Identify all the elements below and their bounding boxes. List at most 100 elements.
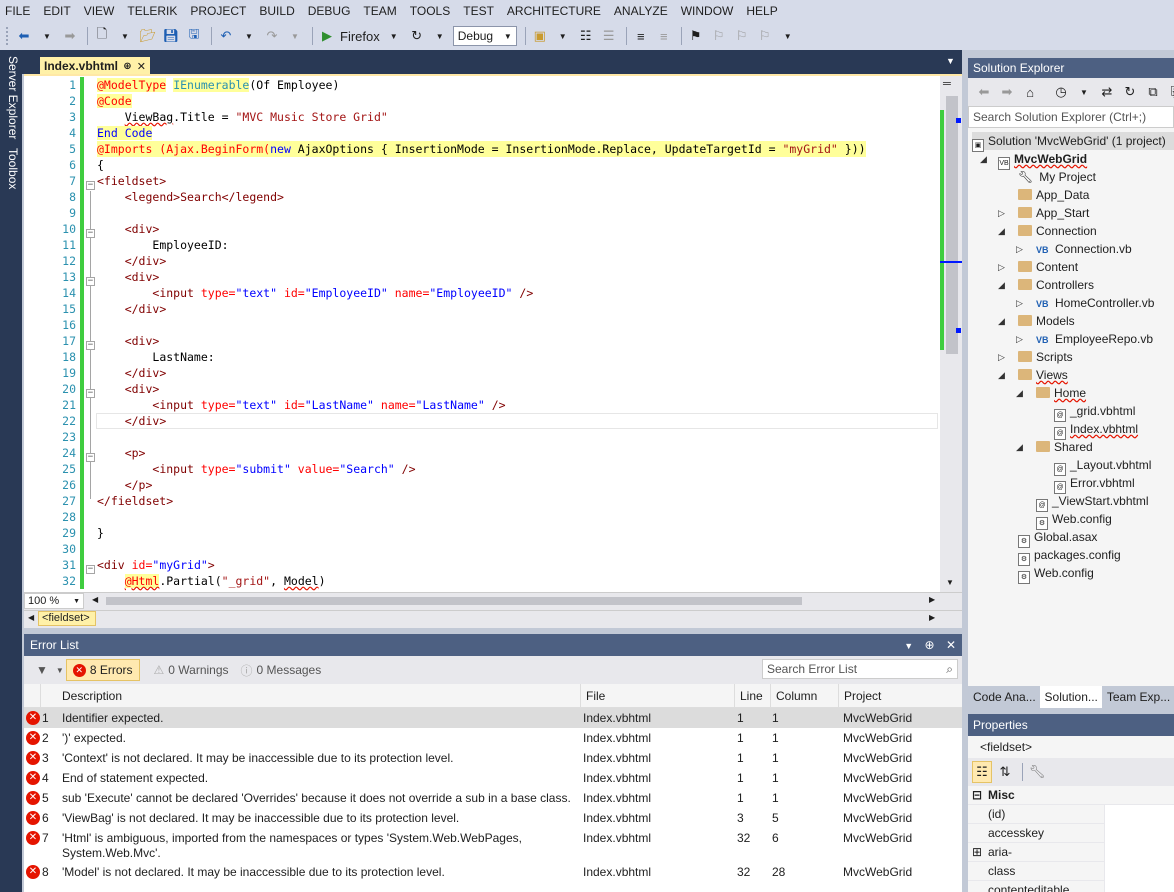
scroll-left-icon[interactable]: ◀ [92, 595, 98, 604]
expanded-arrow-icon[interactable]: ◢ [1016, 438, 1023, 456]
error-row[interactable]: ✕ 1 Identifier expected. Index.vbhtml 1 … [24, 708, 962, 728]
save-all-icon[interactable]: 🖫 [184, 25, 204, 47]
menu-window[interactable]: WINDOW [676, 0, 742, 22]
split-editor-icon[interactable]: ═ [943, 78, 951, 90]
scroll-thumb[interactable] [946, 96, 958, 354]
tree-item-app-data[interactable]: App_Data [1018, 186, 1089, 204]
tab-team-explorer[interactable]: Team Exp... [1102, 686, 1174, 708]
error-row[interactable]: ✕ 7 'Html' is ambiguous, imported from t… [24, 828, 962, 862]
tab-solution-explorer[interactable]: Solution... [1039, 686, 1102, 708]
tree-item-shared-folder[interactable]: ◢ Shared [1016, 438, 1093, 456]
tab-code-analysis[interactable]: Code Ana... [968, 686, 1040, 708]
expanded-arrow-icon[interactable]: ◢ [998, 312, 1005, 330]
refresh-icon[interactable]: ↻ [1120, 81, 1140, 103]
navigator-right-icon[interactable]: ▶ [929, 613, 935, 622]
pin-icon[interactable]: ⊕ [123, 61, 131, 72]
dropdown-arrow-icon[interactable]: ▼ [37, 25, 57, 47]
property-row[interactable]: class [968, 862, 1174, 881]
property-value[interactable] [1104, 862, 1174, 881]
open-file-icon[interactable]: 📂︎ [138, 25, 158, 47]
next-bookmark-icon[interactable]: ⚐ [732, 25, 752, 47]
outline-icon[interactable]: ☰ [599, 25, 619, 47]
collapsed-arrow-icon[interactable]: ▷ [1016, 330, 1023, 348]
tree-item-my-project[interactable]: 🔧︎ My Project [1018, 168, 1096, 186]
toolbar-grip[interactable] [6, 27, 10, 45]
tree-item-packages-config[interactable]: ⚙ packages.config [1018, 546, 1121, 566]
error-row[interactable]: ✕ 4 End of statement expected. Index.vbh… [24, 768, 962, 788]
dropdown-arrow-icon[interactable]: ▼ [1074, 81, 1094, 103]
comment-icon[interactable]: ≡ [631, 25, 651, 47]
collapse-all-icon[interactable]: ⧉ [1143, 81, 1163, 103]
property-row[interactable]: contenteditable [968, 881, 1174, 892]
prev-bookmark-icon[interactable]: ⚐ [709, 25, 729, 47]
scroll-right-icon[interactable]: ▶ [929, 595, 935, 604]
tab-overflow-icon[interactable]: ▼ [946, 56, 955, 66]
close-icon[interactable]: ✕ [137, 60, 146, 73]
property-value[interactable] [1104, 824, 1174, 843]
tree-item-layout-vbhtml[interactable]: @ _Layout.vbhtml [1054, 456, 1151, 476]
save-icon[interactable]: 💾︎ [161, 25, 181, 47]
expanded-arrow-icon[interactable]: ◢ [998, 366, 1005, 384]
menu-test[interactable]: TEST [458, 0, 502, 22]
menu-debug[interactable]: DEBUG [303, 0, 359, 22]
error-list-search-input[interactable]: Search Error List ⌕ [762, 659, 958, 679]
tree-item-project[interactable]: ◢ VB MvcWebGrid [980, 150, 1087, 170]
expanded-arrow-icon[interactable]: ◢ [998, 276, 1005, 294]
pending-changes-filter-icon[interactable]: ◷ [1051, 81, 1071, 103]
tree-item-connection[interactable]: ◢ Connection [998, 222, 1097, 240]
navigator-left-icon[interactable]: ◀ [28, 613, 34, 622]
tree-item-homecontroller-vb[interactable]: ▷ VB HomeController.vb [1016, 294, 1154, 312]
collapse-icon[interactable]: − [86, 565, 95, 574]
tree-item-controllers[interactable]: ◢ Controllers [998, 276, 1094, 294]
back-icon[interactable]: ⬅︎ [14, 25, 34, 47]
dropdown-arrow-icon[interactable]: ▼ [553, 25, 573, 47]
column-column[interactable]: Column [776, 689, 817, 703]
filter-icon[interactable]: ▼︎ [30, 659, 54, 681]
tree-item-home-folder[interactable]: ◢ Home [1016, 384, 1086, 402]
expanded-arrow-icon[interactable]: ◢ [980, 150, 987, 168]
overflow-chevron-icon[interactable]: ▼ [778, 25, 798, 47]
column-project[interactable]: Project [844, 689, 881, 703]
expanded-arrow-icon[interactable]: ◢ [998, 222, 1005, 240]
dropdown-arrow-icon[interactable]: ▼ [54, 659, 66, 681]
solution-configuration-select[interactable]: Debug ▼ [452, 26, 517, 46]
forward-icon[interactable]: ➡︎ [997, 81, 1017, 103]
forward-icon[interactable]: ➡︎ [60, 25, 80, 47]
menu-project[interactable]: PROJECT [185, 0, 254, 22]
browser-label[interactable]: Firefox [340, 25, 380, 47]
dropdown-arrow-icon[interactable]: ▼ [384, 25, 404, 47]
property-row[interactable]: (id) [968, 805, 1174, 824]
menu-help[interactable]: HELP [741, 0, 785, 22]
tree-item-employeerepo-vb[interactable]: ▷ VB EmployeeRepo.vb [1016, 330, 1153, 348]
server-explorer-tab[interactable]: Server Explorer [2, 56, 20, 139]
pin-icon[interactable]: ⊕ [925, 638, 935, 652]
bookmark-icon[interactable]: ⚑ [686, 25, 706, 47]
menu-analyze[interactable]: ANALYZE [609, 0, 676, 22]
dropdown-arrow-icon[interactable]: ▼ [285, 25, 305, 47]
collapse-icon[interactable]: − [86, 341, 95, 350]
toolbox-tab[interactable]: Toolbox [2, 148, 20, 189]
error-row[interactable]: ✕ 8 'Model' is not declared. It may be i… [24, 862, 962, 882]
tree-item-web-config[interactable]: ⚙ Web.config [1018, 564, 1094, 584]
property-pages-icon[interactable]: 🔧︎ [1027, 761, 1047, 783]
tree-item-content[interactable]: ▷ Content [998, 258, 1078, 276]
tree-item-global-asax[interactable]: ⚙ Global.asax [1018, 528, 1097, 548]
expand-icon[interactable]: ⊞ [972, 843, 982, 862]
uncomment-icon[interactable]: ≡ [654, 25, 674, 47]
menu-team[interactable]: TEAM [358, 0, 404, 22]
breadcrumb-fieldset[interactable]: <fieldset> [38, 611, 96, 626]
tree-item-error-vbhtml[interactable]: @ Error.vbhtml [1054, 474, 1135, 494]
sync-icon[interactable]: ⇄ [1097, 81, 1117, 103]
alphabetical-icon[interactable]: ⇅ [995, 761, 1015, 783]
property-row[interactable]: ⊞ aria- [968, 843, 1174, 862]
column-description[interactable]: Description [62, 689, 122, 703]
expanded-arrow-icon[interactable]: ◢ [1016, 384, 1023, 402]
menu-edit[interactable]: EDIT [38, 0, 78, 22]
menu-view[interactable]: VIEW [79, 0, 123, 22]
dropdown-arrow-icon[interactable]: ▼ [115, 25, 135, 47]
property-value[interactable] [1104, 805, 1174, 824]
redo-icon[interactable]: ↷ [262, 25, 282, 47]
error-row[interactable]: ✕ 2 ')' expected. Index.vbhtml 1 1 MvcWe… [24, 728, 962, 748]
property-value[interactable] [1104, 881, 1174, 892]
refresh-icon[interactable]: ↻ [407, 25, 427, 47]
